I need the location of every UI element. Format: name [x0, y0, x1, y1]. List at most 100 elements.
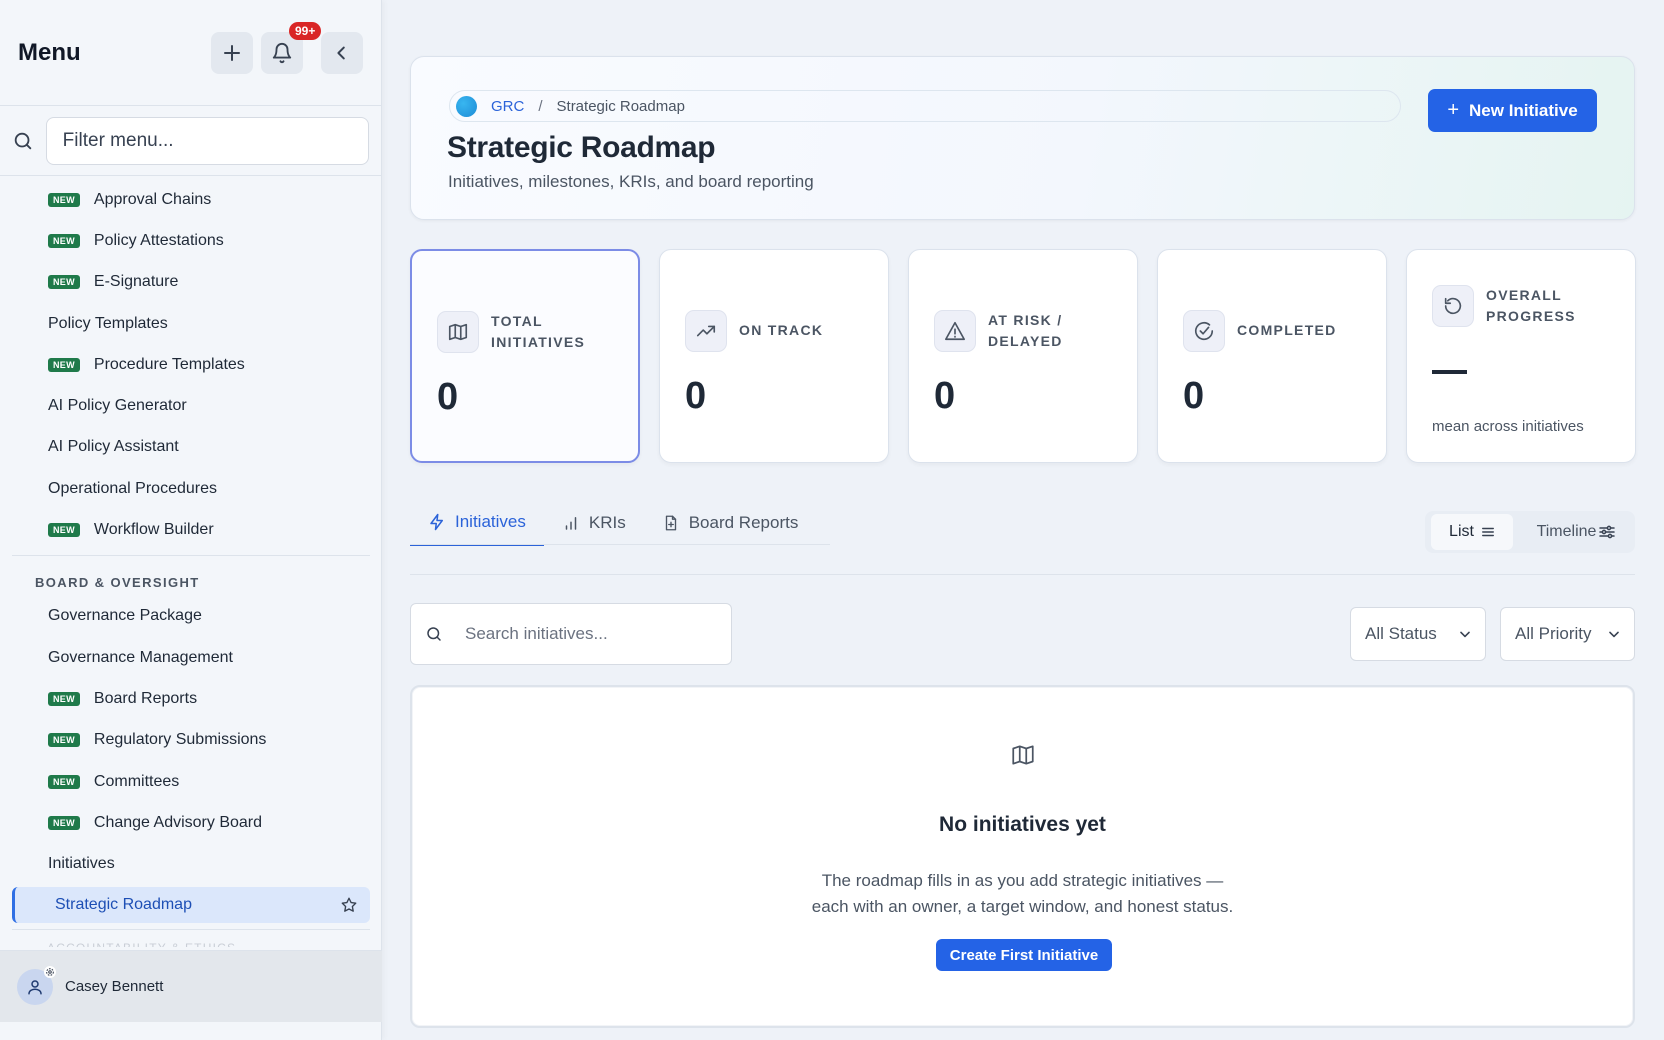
sidebar-item-committees[interactable]: NEW Committees: [0, 761, 382, 802]
sidebar-item-workflow-builder[interactable]: NEW Workflow Builder: [0, 509, 382, 550]
new-badge: NEW: [48, 233, 80, 248]
sidebar-item-label: E-Signature: [93, 273, 179, 291]
new-badge: NEW: [48, 357, 80, 372]
sidebar-item-governance-management[interactable]: Governance Management: [0, 637, 382, 678]
section-heading-board-oversight: BOARD & OVERSIGHT: [35, 574, 200, 590]
sidebar-item-regulatory-submissions[interactable]: NEW Regulatory Submissions: [0, 720, 382, 761]
avatar[interactable]: [17, 965, 56, 1005]
status-select[interactable]: All Status: [1350, 607, 1486, 661]
tab-board-reports[interactable]: Board Reports: [644, 500, 817, 546]
view-timeline-button[interactable]: Timeline: [1521, 514, 1631, 550]
sidebar-title: Menu: [18, 38, 81, 66]
breadcrumb: GRC / Strategic Roadmap: [449, 90, 1401, 122]
sidebar-item-initiatives[interactable]: Initiatives: [0, 843, 382, 884]
tab-initiatives[interactable]: Initiatives: [410, 500, 544, 546]
section-heading-accountability-ethics: ACCOUNTABILITY & ETHICS: [12, 928, 370, 947]
sidebar-item-ai-policy-generator[interactable]: AI Policy Generator: [0, 385, 382, 426]
plus-icon: +: [1447, 99, 1460, 121]
tabs-underline: [410, 544, 830, 545]
priority-select-value: All Priority: [1515, 624, 1592, 643]
sidebar-item-label: AI Policy Generator: [48, 397, 187, 415]
sidebar-item-policy-attestations[interactable]: NEW Policy Attestations: [0, 220, 382, 261]
stat-value: 0: [934, 375, 956, 417]
sidebar-item-policy-templates[interactable]: Policy Templates: [0, 303, 382, 344]
map-icon: [1012, 745, 1034, 765]
sidebar-item-label: Procedure Templates: [93, 355, 245, 373]
add-button[interactable]: [211, 31, 253, 74]
user-profile[interactable]: Casey Bennett: [0, 950, 382, 1022]
stat-label: OVERALL PROGRESS: [1486, 287, 1576, 324]
stat-card-total-initiatives[interactable]: TOTAL INITIATIVES 0: [410, 249, 640, 463]
sidebar-item-label: Regulatory Submissions: [93, 731, 267, 749]
sidebar-item-label: Committees: [93, 772, 180, 790]
search-initiatives-input[interactable]: [465, 624, 715, 644]
sidebar-item-label: AI Policy Assistant: [48, 438, 179, 456]
sidebar-header: Menu 99+: [0, 0, 381, 106]
sidebar-item-governance-package[interactable]: Governance Package: [0, 596, 382, 637]
tab-kris[interactable]: KRIs: [544, 500, 644, 546]
sidebar-item-label: Governance Package: [48, 607, 202, 625]
list-icon: [1482, 527, 1494, 537]
filter-menu-input[interactable]: [45, 116, 369, 165]
sidebar-item-approval-chains[interactable]: NEW Approval Chains: [0, 179, 382, 220]
stat-label: ON TRACK: [739, 322, 824, 338]
stat-label: AT RISK / DELAYED: [988, 312, 1063, 349]
sidebar-item-strategic-roadmap[interactable]: Strategic Roadmap: [12, 886, 370, 923]
new-badge: NEW: [48, 691, 80, 706]
sidebar-item-procedure-templates[interactable]: NEW Procedure Templates: [0, 344, 382, 385]
search-icon: [427, 627, 441, 641]
stat-note: mean across initiatives: [1432, 418, 1584, 435]
status-select-value: All Status: [1365, 624, 1437, 643]
priority-select[interactable]: All Priority: [1500, 607, 1635, 661]
sidebar: Menu 99+ NEW Approval Chains NEW Policy At…: [0, 0, 382, 1040]
sidebar-item-change-advisory-board[interactable]: NEW Change Advisory Board: [0, 802, 382, 843]
search-icon: [12, 130, 38, 152]
section-divider: [410, 574, 1635, 575]
stat-card-at-risk[interactable]: AT RISK / DELAYED 0: [908, 249, 1138, 463]
roadmap-tabs: Initiatives KRIs Board Reports: [410, 500, 816, 546]
view-list-label: List: [1449, 523, 1474, 540]
sidebar-item-label: Operational Procedures: [48, 479, 217, 497]
empty-state-text: each with an owner, a target window, and…: [811, 897, 1234, 916]
chevron-left-icon: [337, 46, 345, 59]
new-badge: NEW: [48, 275, 80, 290]
sliders-icon: [1599, 525, 1616, 539]
notifications-button[interactable]: 99+: [261, 21, 322, 74]
sidebar-item-ai-policy-assistant[interactable]: AI Policy Assistant: [0, 427, 382, 468]
sidebar-item-label: Workflow Builder: [93, 521, 214, 539]
user-name: Casey Bennett: [65, 978, 164, 995]
refresh-ccw-icon: [1432, 285, 1474, 327]
new-initiative-label: New Initiative: [1469, 100, 1578, 120]
sidebar-item-label: Change Advisory Board: [93, 813, 263, 831]
lightning-icon: [430, 513, 443, 531]
breadcrumb-link-grc[interactable]: GRC: [491, 98, 524, 115]
sidebar-menu: NEW Approval Chains NEW Policy Attestation…: [0, 179, 382, 947]
tab-label: Board Reports: [688, 513, 799, 532]
new-badge: NEW: [48, 192, 80, 207]
tab-label: KRIs: [588, 513, 626, 532]
grc-logo-icon: [456, 95, 477, 117]
tab-label: Initiatives: [455, 512, 526, 531]
sidebar-item-board-reports[interactable]: NEW Board Reports: [0, 678, 382, 719]
collapse-sidebar-button[interactable]: [321, 31, 363, 74]
user-icon: [28, 979, 42, 994]
sidebar-item-operational-procedures[interactable]: Operational Procedures: [0, 468, 382, 509]
check-circle-icon: [1183, 310, 1225, 352]
stat-card-overall-progress[interactable]: OVERALL PROGRESS mean across initiatives: [1406, 249, 1636, 463]
empty-state-text: The roadmap fills in as you add strategi…: [821, 871, 1224, 890]
sidebar-item-e-signature[interactable]: NEW E-Signature: [0, 262, 382, 303]
page-subtitle: Initiatives, milestones, KRIs, and board…: [448, 172, 814, 191]
new-initiative-button[interactable]: + New Initiative: [1428, 89, 1597, 132]
menu-filter: [0, 106, 381, 176]
stat-value: 0: [437, 376, 459, 418]
empty-value-dash: [1432, 370, 1467, 374]
star-icon[interactable]: [340, 896, 358, 919]
notification-count-badge: 99+: [289, 21, 322, 40]
sidebar-item-label: Board Reports: [93, 689, 198, 707]
stat-card-completed[interactable]: COMPLETED 0: [1157, 249, 1387, 463]
create-first-initiative-button[interactable]: Create First Initiative: [936, 939, 1112, 971]
page-header: GRC / Strategic Roadmap Strategic Roadma…: [410, 56, 1635, 220]
stat-card-on-track[interactable]: ON TRACK 0: [659, 249, 889, 463]
view-list-button[interactable]: List: [1431, 514, 1513, 550]
empty-state: No initiatives yet The roadmap fills in …: [410, 685, 1635, 1028]
